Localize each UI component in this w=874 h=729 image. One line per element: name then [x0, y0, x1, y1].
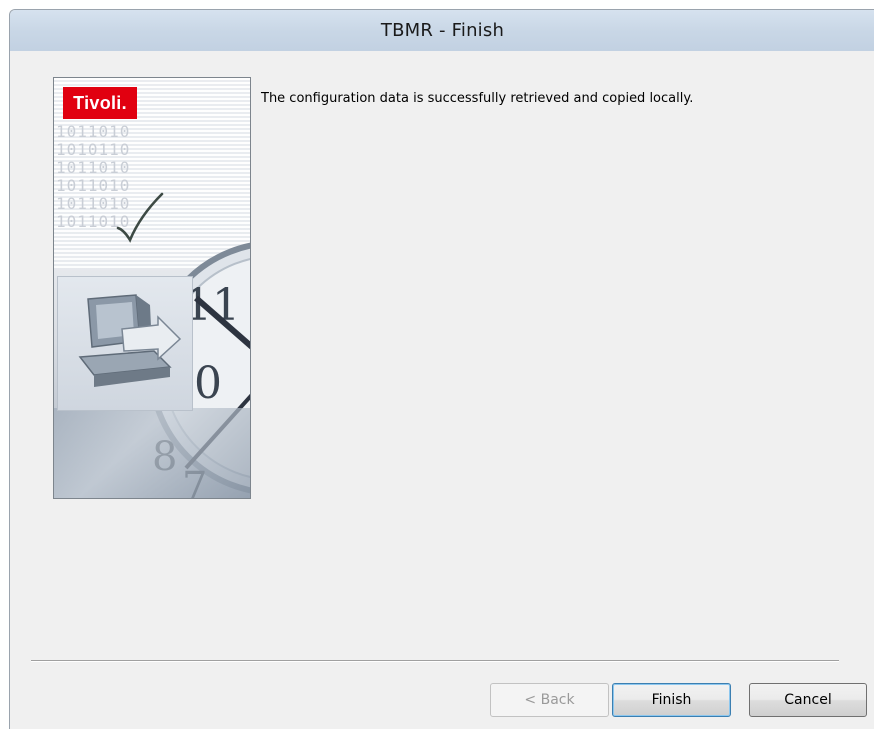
button-separator: [31, 660, 839, 662]
cancel-button[interactable]: Cancel: [749, 683, 867, 717]
tivoli-logo: Tivoli.: [63, 87, 137, 119]
finish-button[interactable]: Finish: [612, 683, 731, 717]
binary-row: 1011010: [56, 158, 131, 177]
decorative-papers: [54, 408, 250, 498]
back-button[interactable]: < Back: [490, 683, 609, 717]
binary-row: 1011010: [56, 122, 131, 141]
window-title: TBMR - Finish: [380, 20, 505, 41]
dialog-window: TBMR - Finish 1011010 1010110 1011010 10…: [9, 9, 874, 729]
binary-row: 1010110: [56, 140, 131, 159]
computer-icon: [78, 294, 182, 387]
title-bar[interactable]: TBMR - Finish: [10, 10, 874, 51]
wizard-side-image: 1011010 1010110 1011010 1011010 1011010 …: [53, 77, 251, 499]
computer-panel: [57, 276, 193, 411]
completion-message: The configuration data is successfully r…: [261, 91, 694, 106]
